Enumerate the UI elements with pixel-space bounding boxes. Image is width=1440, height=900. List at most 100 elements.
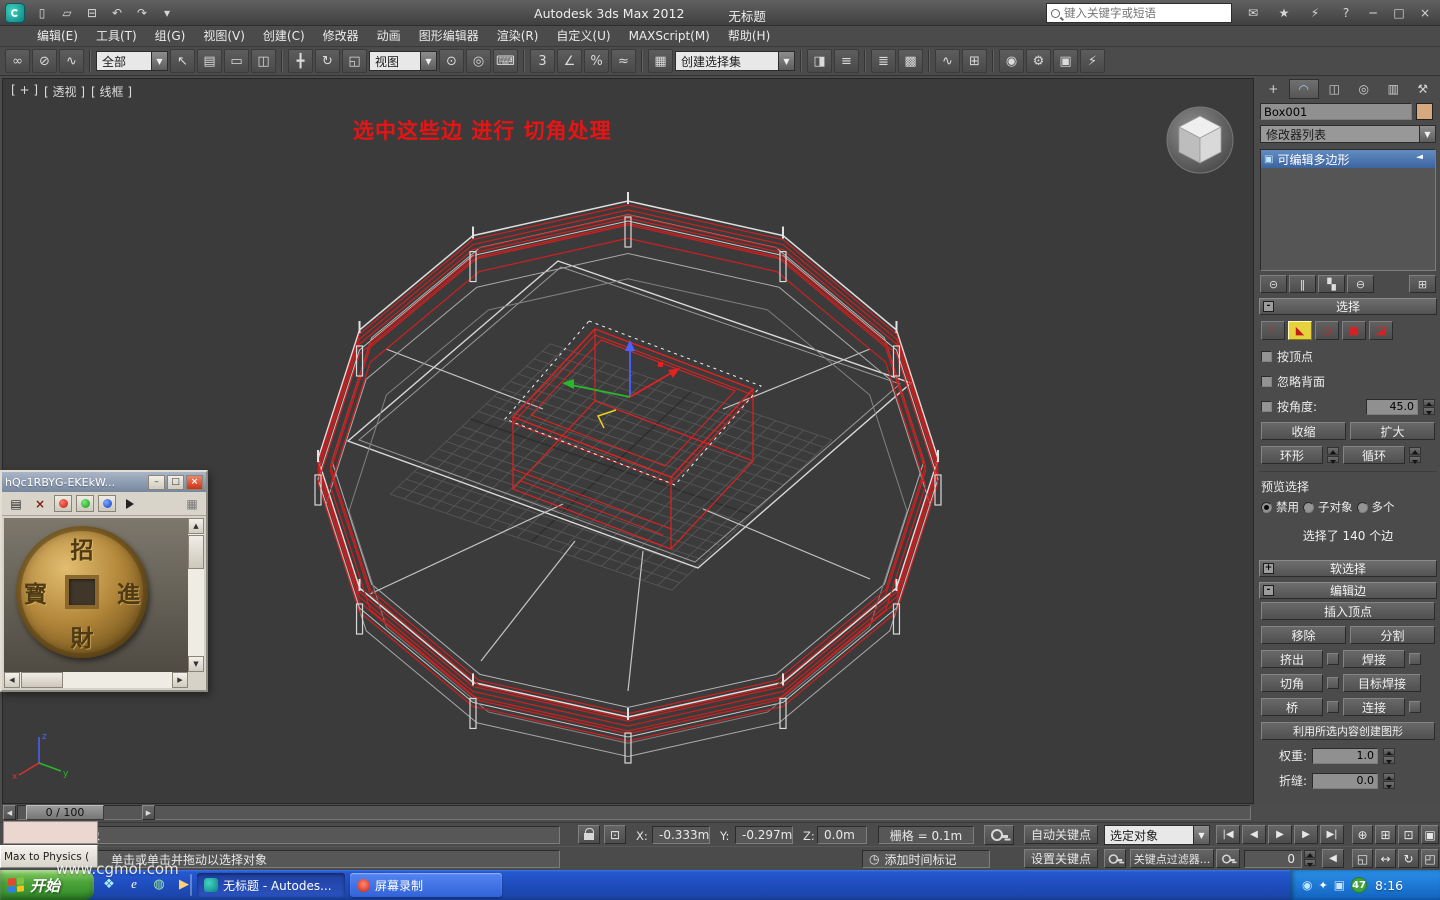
split-button[interactable]: 分割 bbox=[1350, 626, 1435, 644]
preview-subobject-radio[interactable] bbox=[1303, 502, 1314, 513]
tray-icon-2[interactable]: ✦ bbox=[1318, 879, 1327, 892]
save-file-button[interactable]: ⊟ bbox=[81, 3, 103, 23]
selection-lock-toggle[interactable] bbox=[578, 825, 600, 844]
extrude-button[interactable]: 挤出 bbox=[1261, 650, 1323, 668]
redo-button[interactable]: ↷ bbox=[131, 3, 153, 23]
connect-button[interactable]: 连接 bbox=[1343, 698, 1405, 716]
rollout-edit-edges-header[interactable]: - 编辑边 bbox=[1259, 582, 1437, 599]
player-close-button[interactable]: × bbox=[186, 475, 203, 490]
set-keys-button[interactable] bbox=[984, 825, 1014, 845]
selection-region-icon[interactable]: ▭ bbox=[224, 49, 249, 73]
ring-spinner[interactable] bbox=[1327, 447, 1339, 463]
menu-animation[interactable]: 动画 bbox=[368, 26, 410, 47]
hscroll-thumb[interactable] bbox=[21, 672, 63, 688]
by-angle-checkbox[interactable] bbox=[1261, 401, 1272, 412]
snap-toggle-icon[interactable]: 3 bbox=[530, 49, 555, 73]
curve-editor-icon[interactable]: ∿ bbox=[935, 49, 960, 73]
rollout-selection-header[interactable]: - 选择 bbox=[1259, 298, 1437, 315]
window-crossing-icon[interactable]: ◫ bbox=[251, 49, 276, 73]
render-setup-icon[interactable]: ⚙ bbox=[1026, 49, 1051, 73]
player-horizontal-scrollbar[interactable]: ◀ ▶ bbox=[4, 672, 188, 688]
remove-modifier-icon[interactable]: ⊖ bbox=[1347, 275, 1374, 293]
stack-item-editable-poly[interactable]: ▣ 可编辑多边形 ◄ bbox=[1261, 150, 1435, 168]
maximize-button[interactable]: □ bbox=[1388, 3, 1410, 23]
tray-icon-1[interactable]: ◉ bbox=[1302, 878, 1312, 892]
percent-snap-icon[interactable]: % bbox=[584, 49, 609, 73]
help-button[interactable]: ? bbox=[1335, 3, 1357, 23]
key-filters-key-button[interactable] bbox=[1104, 849, 1126, 868]
open-file-button[interactable]: ▱ bbox=[56, 3, 78, 23]
configure-modifier-sets-icon[interactable]: ⊞ bbox=[1409, 275, 1436, 293]
next-frame-arrow[interactable]: ▶ bbox=[142, 805, 155, 820]
grid-view-icon[interactable]: ▦ bbox=[182, 494, 202, 513]
ring-button[interactable]: 环形 bbox=[1261, 446, 1323, 464]
reference-coordinate-combo[interactable]: 视图 ▼ bbox=[369, 51, 437, 71]
viewcube[interactable] bbox=[1163, 103, 1237, 177]
new-scene-button[interactable]: ▯ bbox=[31, 3, 53, 23]
bind-to-spacewarp-icon[interactable]: ∿ bbox=[59, 49, 84, 73]
menu-rendering[interactable]: 渲染(R) bbox=[488, 26, 548, 47]
shrink-button[interactable]: 收缩 bbox=[1261, 422, 1346, 440]
select-rotate-icon[interactable]: ↻ bbox=[315, 49, 340, 73]
frame-spinner[interactable] bbox=[1304, 850, 1316, 866]
loop-button[interactable]: 循环 bbox=[1343, 446, 1405, 464]
player-title-bar[interactable]: hQc1RBYG-EKEkW... – □ × bbox=[2, 472, 206, 492]
bridge-settings-button[interactable] bbox=[1327, 701, 1339, 713]
y-coord-field[interactable]: -0.297m bbox=[735, 826, 793, 844]
loop-spinner[interactable] bbox=[1409, 447, 1421, 463]
taskbar-task-screen-record[interactable]: 屏幕录制 bbox=[350, 873, 502, 897]
pin-stack-icon[interactable]: ⊝ bbox=[1260, 275, 1287, 293]
zoom-extents-all-icon[interactable]: ▣ bbox=[1421, 825, 1439, 844]
crease-spinner[interactable] bbox=[1383, 773, 1395, 789]
remove-button[interactable]: 移除 bbox=[1261, 626, 1346, 644]
rendered-frame-icon[interactable]: ▣ bbox=[1053, 49, 1078, 73]
auto-key-button[interactable]: 自动关键点 bbox=[1024, 825, 1098, 844]
spinner-snap-icon[interactable]: ≈ bbox=[611, 49, 636, 73]
menu-tools[interactable]: 工具(T) bbox=[87, 26, 146, 47]
select-by-name-icon[interactable]: ▤ bbox=[197, 49, 222, 73]
select-object-icon[interactable]: ↖ bbox=[170, 49, 195, 73]
scroll-up-icon[interactable]: ▲ bbox=[188, 518, 204, 534]
viewport-menu-pov[interactable]: [ 透视 ] bbox=[44, 83, 85, 100]
insert-vertex-button[interactable]: 插入顶点 bbox=[1261, 602, 1435, 620]
grow-button[interactable]: 扩大 bbox=[1350, 422, 1435, 440]
chevron-down-icon[interactable]: ▼ bbox=[1193, 826, 1209, 844]
workspace-dropdown[interactable]: ▾ bbox=[156, 3, 178, 23]
chamfer-settings-button[interactable] bbox=[1327, 677, 1339, 689]
angle-spinner[interactable] bbox=[1423, 399, 1435, 415]
play-button[interactable]: ▶ bbox=[1268, 825, 1292, 844]
orbit-icon[interactable]: ↻ bbox=[1398, 849, 1419, 868]
taskbar-task-3dsmax[interactable]: 无标题 - Autodes... bbox=[197, 873, 345, 897]
zoom-extents-icon[interactable]: ⊡ bbox=[1398, 825, 1419, 844]
previous-frame-arrow[interactable]: ◀ bbox=[3, 805, 16, 820]
object-color-swatch[interactable] bbox=[1416, 103, 1433, 120]
zoom-icon[interactable]: ⊕ bbox=[1352, 825, 1373, 844]
selection-filter-combo[interactable]: 全部 ▼ bbox=[96, 51, 168, 71]
exchange-apps-icon[interactable]: ⚡ bbox=[1304, 3, 1326, 23]
extrude-settings-button[interactable] bbox=[1327, 653, 1339, 665]
resize-grip[interactable] bbox=[188, 672, 204, 688]
named-selection-set-combo[interactable]: 创建选择集 ▼ bbox=[675, 51, 795, 71]
perspective-viewport[interactable]: [ + ] [ 透视 ] [ 线框 ] 选中这些边 进行 切角处理 z x y bbox=[2, 78, 1254, 804]
polygon-mode-button[interactable]: ■ bbox=[1342, 321, 1366, 340]
keyboard-override-icon[interactable]: ⌨ bbox=[493, 49, 518, 73]
use-pivot-center-icon[interactable]: ⊙ bbox=[439, 49, 464, 73]
bridge-button[interactable]: 桥 bbox=[1261, 698, 1323, 716]
chevron-down-icon[interactable]: ▼ bbox=[151, 52, 167, 70]
ignore-backfacing-checkbox[interactable] bbox=[1261, 376, 1272, 387]
create-shape-button[interactable]: 利用所选内容创建图形 bbox=[1261, 722, 1435, 740]
set-key-button[interactable]: 设置关键点 bbox=[1024, 849, 1098, 868]
3dsmax-logo-icon[interactable] bbox=[5, 3, 25, 23]
chevron-down-icon[interactable]: ▼ bbox=[1419, 126, 1435, 142]
by-vertex-checkbox[interactable] bbox=[1261, 351, 1272, 362]
go-to-end-button[interactable]: ▶| bbox=[1320, 825, 1344, 844]
weight-spinner[interactable] bbox=[1383, 748, 1395, 764]
select-and-link-icon[interactable]: ∞ bbox=[5, 49, 30, 73]
menu-edit[interactable]: 编辑(E) bbox=[28, 26, 87, 47]
modifier-list-dropdown[interactable]: 修改器列表 ▼ bbox=[1260, 125, 1436, 143]
quick-render-icon[interactable]: ⚡ bbox=[1080, 49, 1105, 73]
show-end-result-icon[interactable]: ‖ bbox=[1289, 275, 1316, 293]
preview-disable-radio[interactable] bbox=[1261, 502, 1272, 513]
record-red-button[interactable] bbox=[54, 495, 72, 512]
select-scale-icon[interactable]: ◱ bbox=[342, 49, 367, 73]
